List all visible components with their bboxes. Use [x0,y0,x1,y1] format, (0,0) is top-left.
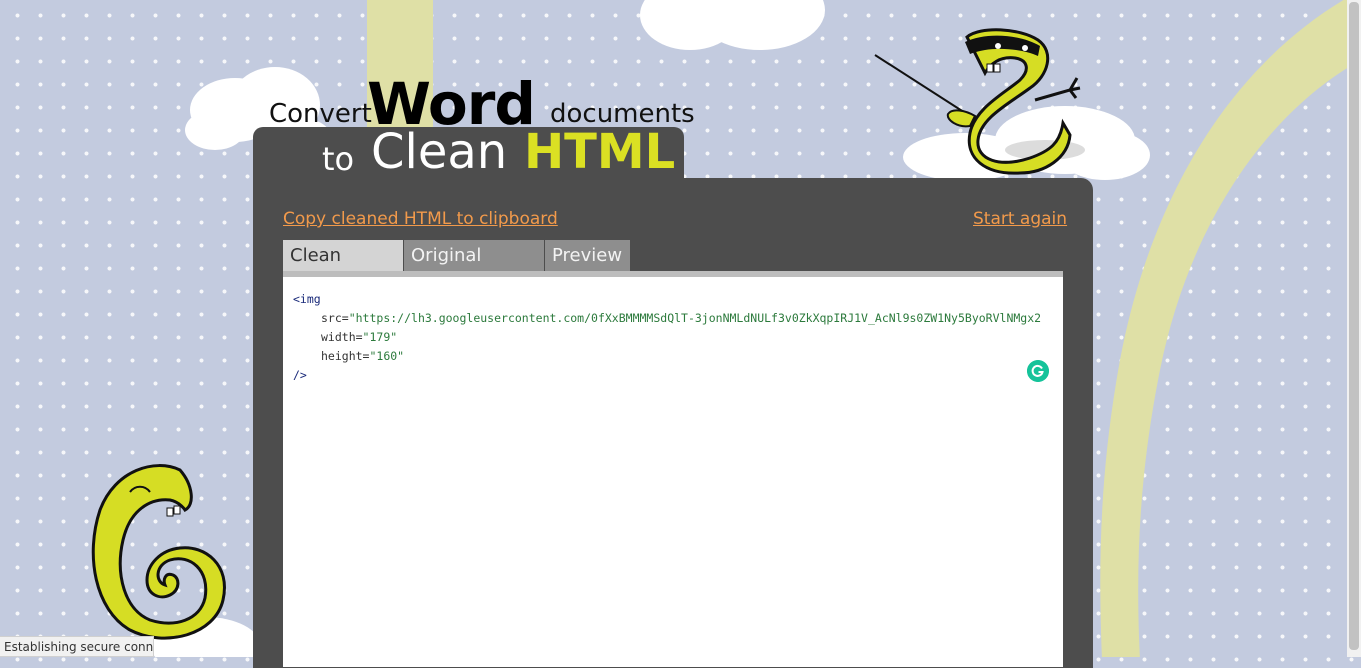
code-width-value: "179" [362,330,398,344]
code-open-tag: <img [293,292,321,306]
snake-six-mascot-icon [91,464,226,640]
copy-to-clipboard-link[interactable]: Copy cleaned HTML to clipboard [283,209,558,229]
code-src-value: "https://lh3.googleusercontent.com/0fXxB… [348,311,1042,325]
code-close-tag: /> [293,368,307,382]
code-line-close: /> [293,368,307,382]
scrollbar-thumb[interactable] [1349,2,1359,650]
code-src-attr: src= [321,311,349,325]
code-height-attr: height= [321,349,370,363]
header-html-text: HTML [524,124,676,180]
browser-status-bar: Establishing secure connec... [0,636,154,657]
header-convert-text: Convert [269,99,372,129]
tab-clean-html[interactable]: Clean HTML [283,240,403,298]
code-line-src: src="https://lh3.googleusercontent.com/0… [321,311,1041,325]
code-output-box[interactable]: <img src="https://lh3.googleusercontent.… [283,277,1063,667]
start-again-link[interactable]: Start again [973,209,1067,229]
header-clean-text: Clean [371,124,508,180]
tab-original-html[interactable]: Original HTML [404,240,544,298]
code-width-attr: width= [321,330,363,344]
code-line-width: width="179" [321,330,397,344]
cloud-top [640,0,825,50]
code-line-open: <img [293,292,321,306]
code-line-height: height="160" [321,349,404,363]
code-height-value: "160" [369,349,405,363]
header-to-text: to [322,140,355,178]
snake-two-mascot-icon [874,28,1081,175]
tab-preview[interactable]: Preview [545,240,630,272]
grammarly-icon[interactable] [1027,360,1049,382]
